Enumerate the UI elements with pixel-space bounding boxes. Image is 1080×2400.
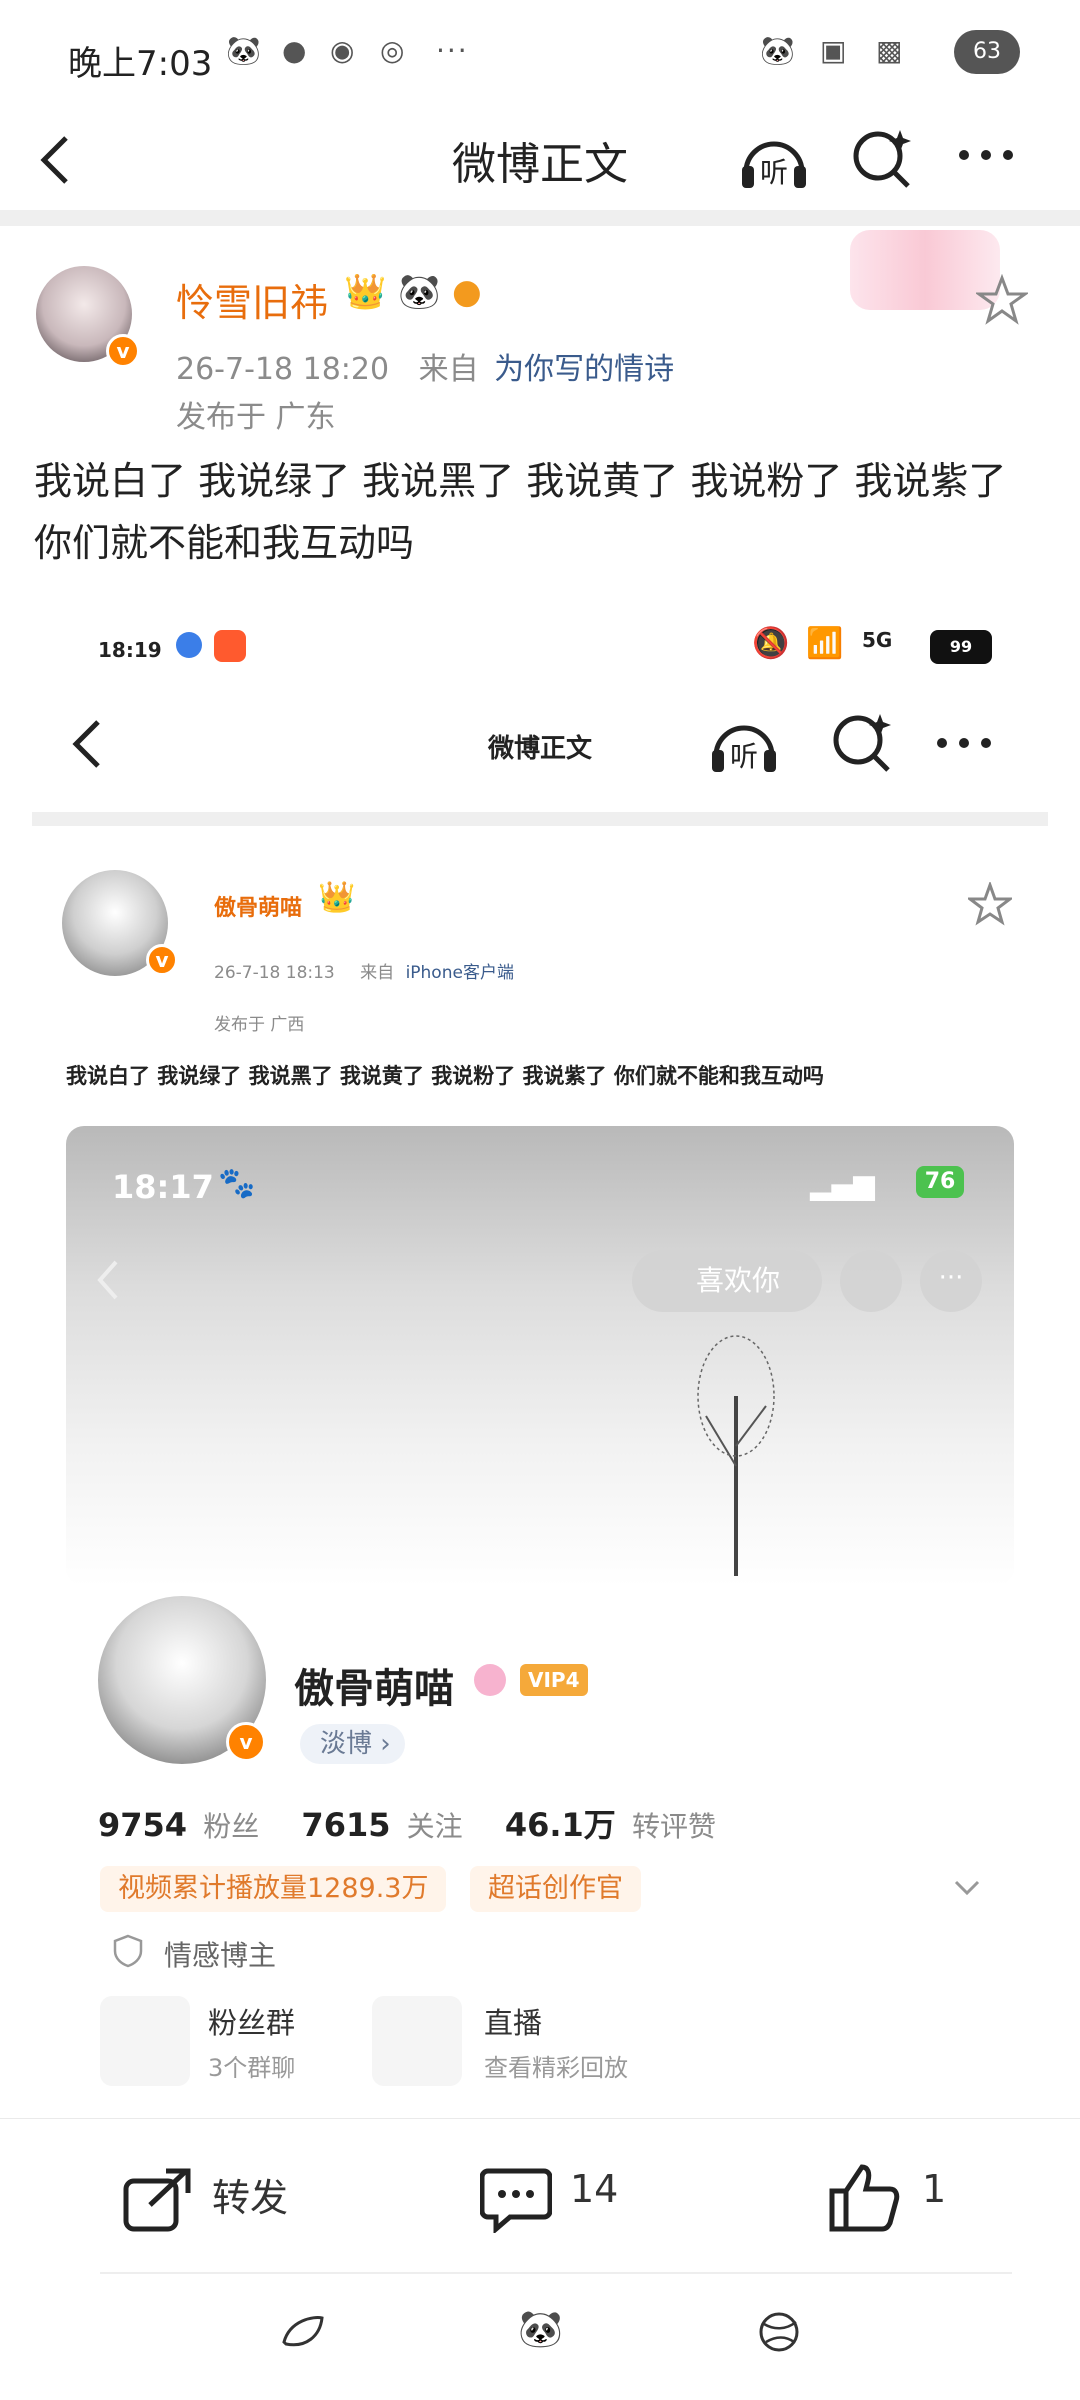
- repost-button[interactable]: 转发: [212, 2167, 288, 2222]
- sticker-icon: ▣: [820, 34, 847, 67]
- profile-stats: 9754 粉丝 7615 关注 46.1万 转评赞: [98, 1800, 716, 1846]
- username[interactable]: 怜雪旧祎: [176, 272, 328, 327]
- from-label: 来自: [418, 352, 479, 387]
- live-icon: [372, 1996, 462, 2086]
- inner-crown-icon: 👑: [318, 880, 356, 915]
- post-location: 发布于 广东: [176, 400, 336, 435]
- vip-badge: VIP4: [520, 1664, 588, 1696]
- live-sub: 查看精彩回放: [484, 2054, 628, 2082]
- following-count: 7615: [301, 1806, 391, 1844]
- panda-icon[interactable]: 🐼: [518, 2308, 563, 2350]
- tan-bo-tag: 淡博 ›: [300, 1724, 405, 1764]
- badge-icon: ●: [452, 272, 482, 312]
- profile-battery: 76: [916, 1166, 964, 1198]
- post-action-bar: 转发 14 1: [0, 2118, 1080, 2276]
- tree-illustration: [697, 1335, 775, 1576]
- mute-icon: 🔕: [752, 626, 790, 661]
- following-label: 关注: [406, 1810, 463, 1843]
- like-you-button: 喜欢你: [632, 1250, 822, 1312]
- crown-icon: 👑: [344, 272, 387, 312]
- profile-back-icon: [97, 1260, 118, 1300]
- inner-post-text: 我说白了 我说绿了 我说黑了 我说黄了 我说粉了 我说紫了 你们就不能和我互动吗: [66, 1064, 824, 1088]
- page-title: 微博正文: [452, 139, 628, 190]
- inner-more-icon: [937, 738, 991, 748]
- shield-icon: [113, 1934, 143, 1968]
- post-date: 26-7-18 18:20: [176, 352, 390, 387]
- svg-text:听: 听: [730, 740, 758, 773]
- panda-icon: 🐼: [226, 34, 261, 67]
- inner-post-source: iPhone客户端: [405, 963, 514, 983]
- post-meta: 26-7-18 18:20 来自 为你写的情诗: [176, 344, 674, 388]
- expand-chevron-icon: [954, 1880, 980, 1896]
- video-plays-tag: 视频累计播放量1289.3万: [100, 1866, 447, 1912]
- profile-banner-image: 18:17 🐾 ▂▄▆ 76 喜欢你 ···: [66, 1126, 1014, 1586]
- inner-post-date: 26-7-18 18:13: [214, 963, 335, 983]
- inner-status-time: 18:19: [98, 638, 162, 662]
- post-text: 我说白了 我说绿了 我说黑了 我说黄了 我说粉了 我说紫了 你们就不能和我互动吗: [34, 459, 1007, 565]
- fan-group-icon: [100, 1996, 190, 2086]
- profile-verified-badge: v: [226, 1722, 266, 1762]
- top-nav-bar: 微博正文 听: [0, 110, 1080, 210]
- sticker-icon: ▩: [876, 34, 903, 67]
- followers-label: 粉丝: [203, 1810, 260, 1843]
- inner-divider: [32, 812, 1048, 826]
- wifi-icon: 📶: [806, 626, 844, 661]
- inner-search-icon: [833, 714, 891, 772]
- likes-count: 46.1万: [504, 1806, 616, 1844]
- app-icon: ◉: [330, 34, 355, 67]
- profile-search-icon: [840, 1250, 902, 1312]
- inner-username: 傲骨萌喵: [214, 896, 303, 921]
- repost-icon[interactable]: [122, 2167, 194, 2233]
- more-icon[interactable]: [956, 140, 1016, 170]
- post-source[interactable]: 为你写的情诗: [494, 352, 674, 387]
- network-label: 5G: [862, 628, 893, 652]
- inner-battery: 99: [930, 630, 992, 664]
- leaf-icon[interactable]: [280, 2312, 326, 2352]
- inner-star-icon: [968, 882, 1012, 926]
- app-icon: ◎: [380, 34, 405, 67]
- battery-indicator: 63: [954, 30, 1020, 74]
- app-icon: [214, 630, 246, 662]
- divider: [100, 2272, 1012, 2274]
- profile-badge-icon: [474, 1664, 506, 1696]
- fan-group-title: 粉丝群: [208, 2006, 296, 2040]
- favorite-star-icon[interactable]: [976, 274, 1028, 326]
- inner-page-title: 微博正文: [487, 734, 592, 764]
- super-topic-tag: 超话创作官: [470, 1866, 641, 1912]
- listen-icon[interactable]: 听: [736, 122, 812, 198]
- status-bar: 晚上7:03 🐼 ● ◉ ◎ ··· 🐼 ▣ ▩ 63: [0, 0, 1080, 110]
- profile-more-icon: ···: [920, 1250, 982, 1312]
- app-icon: [176, 632, 202, 658]
- panda-icon: 🐼: [760, 34, 795, 67]
- panda-icon: 🐼: [398, 272, 441, 312]
- fan-group-sub: 3个群聊: [208, 2054, 296, 2082]
- likes-label: 转评赞: [631, 1810, 716, 1843]
- followers-count: 9754: [98, 1806, 188, 1844]
- status-time: 晚上7:03: [68, 44, 213, 84]
- svg-text:听: 听: [760, 156, 788, 189]
- profile-name: 傲骨萌喵: [294, 1666, 454, 1712]
- inner-listen-icon: 听: [712, 725, 776, 773]
- inner-post-meta: 26-7-18 18:13 来自 iPhone客户端: [214, 958, 514, 983]
- live-title: 直播: [484, 2006, 543, 2040]
- weibo-post-screen: 晚上7:03 🐼 ● ◉ ◎ ··· 🐼 ▣ ▩ 63 微博正文 听 v 怜雪旧…: [0, 0, 1080, 2400]
- thumbs-up-icon[interactable]: [828, 2161, 900, 2233]
- ball-icon[interactable]: [756, 2310, 802, 2354]
- comment-count[interactable]: 14: [570, 2167, 618, 2211]
- verified-badge: v: [106, 334, 140, 368]
- search-spark-icon[interactable]: [848, 124, 918, 194]
- like-count[interactable]: 1: [922, 2167, 946, 2211]
- inner-verified-badge: v: [146, 944, 178, 976]
- role-label: 情感博主: [164, 1939, 277, 1972]
- more-notifications-icon: ···: [436, 34, 469, 67]
- inner-from-label: 来自: [360, 963, 395, 983]
- app-icon: ●: [282, 34, 307, 67]
- paw-icon: 🐾: [218, 1166, 256, 1201]
- profile-status-time: 18:17: [112, 1168, 214, 1206]
- comment-icon[interactable]: [480, 2165, 552, 2233]
- divider: [0, 210, 1080, 226]
- signal-icon: ▂▄▆: [810, 1168, 875, 1201]
- inner-post-location: 发布于 广西: [214, 1015, 305, 1035]
